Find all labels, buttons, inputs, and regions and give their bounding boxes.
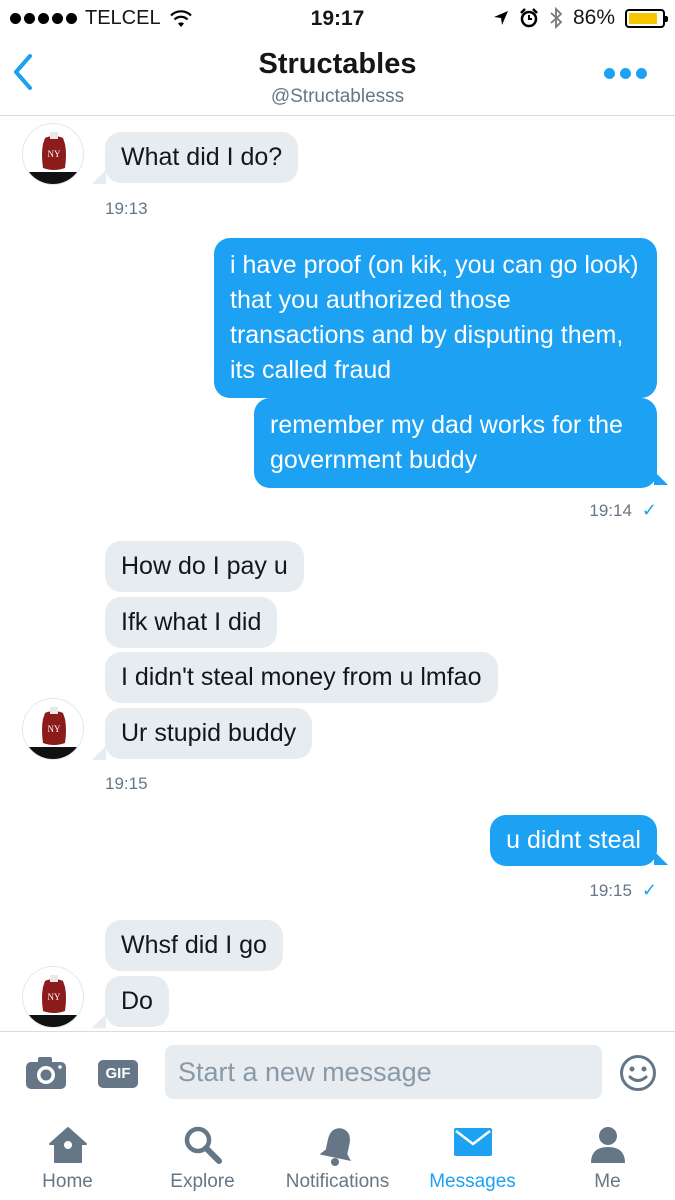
read-checkmark-icon: ✓ bbox=[641, 880, 657, 900]
outgoing-message[interactable]: u didnt steal bbox=[490, 815, 657, 866]
outgoing-message[interactable]: i have proof (on kik, you can go look) t… bbox=[214, 238, 657, 398]
tab-label: Notifications bbox=[285, 1171, 390, 1192]
bubble-tail bbox=[92, 1014, 106, 1028]
avatar[interactable]: NY bbox=[22, 966, 84, 1028]
smiley-icon bbox=[620, 1055, 656, 1091]
gif-button[interactable]: GIF bbox=[98, 1060, 138, 1088]
incoming-message[interactable]: I didn't steal money from u lmfao bbox=[105, 652, 498, 703]
camera-button[interactable] bbox=[25, 1056, 67, 1095]
avatar-image: NY bbox=[23, 124, 83, 184]
status-indicators: 86% bbox=[493, 6, 668, 30]
incoming-message[interactable]: How do I pay u bbox=[105, 541, 304, 592]
alarm-clock-icon bbox=[520, 8, 538, 28]
message-timestamp: 19:14 bbox=[589, 501, 632, 520]
camera-icon bbox=[26, 1057, 66, 1089]
tab-messages[interactable]: Messages bbox=[405, 1115, 540, 1200]
bell-icon bbox=[319, 1128, 351, 1166]
status-bar: TELCEL 19:17 86% bbox=[0, 0, 675, 38]
person-icon bbox=[590, 1127, 625, 1163]
incoming-message[interactable]: Ur stupid buddy bbox=[105, 708, 313, 759]
avatar-image: NY bbox=[23, 967, 83, 1027]
svg-text:NY: NY bbox=[48, 149, 61, 159]
emoji-button[interactable] bbox=[619, 1054, 657, 1097]
battery-fill bbox=[629, 12, 657, 24]
battery-percent: 86% bbox=[572, 6, 615, 29]
tab-home[interactable]: Home bbox=[0, 1115, 135, 1200]
tab-label: Home bbox=[42, 1171, 93, 1192]
tab-label: Explore bbox=[170, 1171, 235, 1192]
outgoing-message[interactable]: remember my dad works for the government… bbox=[254, 398, 657, 488]
message-timestamp-row: 19:15 ✓ bbox=[589, 880, 657, 901]
bubble-tail bbox=[92, 170, 106, 184]
avatar[interactable]: NY bbox=[22, 698, 84, 760]
tab-label: Me bbox=[594, 1171, 621, 1192]
message-timestamp-row: 19:14 ✓ bbox=[589, 500, 657, 521]
battery-icon bbox=[625, 8, 668, 28]
bubble-tail bbox=[654, 471, 668, 485]
tab-explore[interactable]: Explore bbox=[135, 1115, 270, 1200]
message-composer: GIF bbox=[0, 1031, 675, 1115]
home-icon bbox=[48, 1127, 87, 1163]
envelope-icon bbox=[453, 1128, 492, 1156]
search-icon bbox=[184, 1126, 222, 1164]
avatar-image: NY bbox=[23, 699, 83, 759]
incoming-message[interactable]: Do bbox=[105, 976, 169, 1027]
location-arrow-icon bbox=[493, 11, 508, 25]
bubble-tail bbox=[92, 746, 106, 760]
more-options-button[interactable] bbox=[604, 68, 647, 79]
conversation-title[interactable]: Structables bbox=[0, 48, 675, 81]
bluetooth-icon bbox=[550, 7, 563, 29]
conversation-header: Structables @Structablesss bbox=[0, 38, 675, 116]
tab-label: Messages bbox=[429, 1171, 516, 1192]
svg-text:NY: NY bbox=[48, 992, 61, 1002]
conversation-handle: @Structablesss bbox=[270, 86, 405, 107]
incoming-message[interactable]: Whsf did I go bbox=[105, 920, 283, 971]
message-timestamp: 19:15 bbox=[105, 774, 148, 793]
message-input[interactable] bbox=[165, 1045, 602, 1099]
bubble-tail bbox=[654, 851, 668, 865]
message-timestamp: 19:15 bbox=[589, 881, 632, 900]
tab-bar: Home Explore Notifications Messages Me bbox=[0, 1115, 675, 1200]
message-list[interactable]: NY What did I do? 19:13 i have proof (on… bbox=[0, 117, 675, 1031]
incoming-message[interactable]: Ifk what I did bbox=[105, 597, 278, 648]
svg-text:NY: NY bbox=[48, 724, 61, 734]
tab-me[interactable]: Me bbox=[540, 1115, 675, 1200]
message-timestamp: 19:13 bbox=[105, 199, 148, 218]
avatar[interactable]: NY bbox=[22, 123, 84, 185]
incoming-message[interactable]: What did I do? bbox=[105, 132, 299, 183]
read-checkmark-icon: ✓ bbox=[641, 500, 657, 520]
tab-notifications[interactable]: Notifications bbox=[270, 1115, 405, 1200]
